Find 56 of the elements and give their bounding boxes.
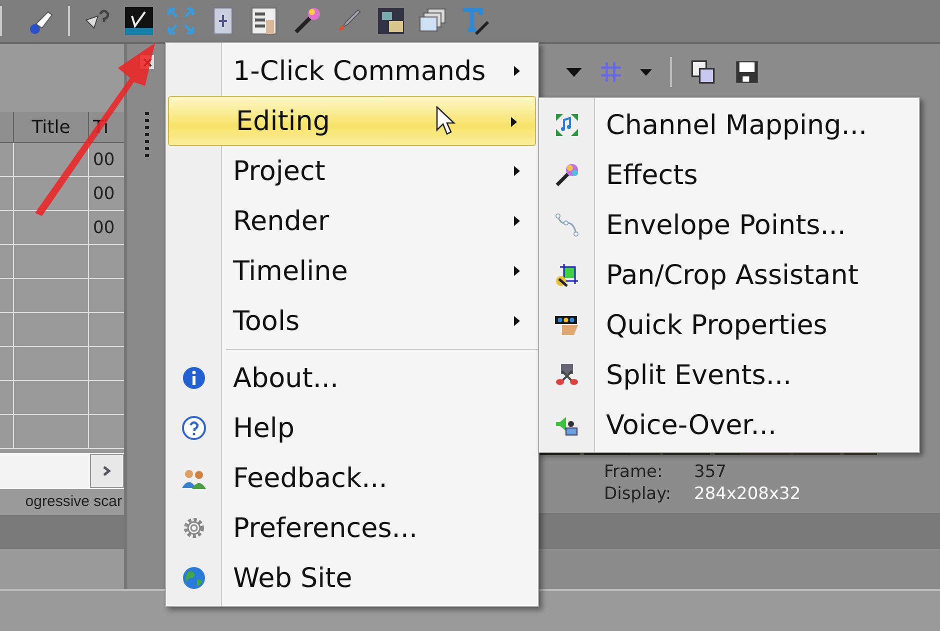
menu-item[interactable]: Editing [168,96,536,146]
menu-item[interactable]: Quick Properties [539,300,919,350]
chevron-right-icon [102,466,112,476]
submenu-arrow-icon [514,166,520,176]
wand-icon[interactable] [292,6,322,36]
submenu-arrow-icon [514,66,520,76]
text-tool-icon[interactable] [460,6,490,36]
dropdown-arrow-icon[interactable] [566,68,582,76]
menu-item[interactable]: Envelope Points... [539,200,919,250]
submenu-arrow-icon [514,316,520,326]
status-text: ogressive scar [25,492,123,510]
menu-item[interactable]: Feedback... [166,453,538,503]
menu-item[interactable]: Project [166,146,538,196]
copy-icon[interactable] [690,59,716,85]
menu-item[interactable]: Web Site [166,553,538,603]
menu-item[interactable]: About... [166,353,538,403]
table-cell: 00 [93,150,115,170]
save-icon[interactable] [734,59,760,85]
film-folder-icon[interactable] [376,6,406,36]
info-icon [182,366,206,390]
menu-item[interactable]: Channel Mapping... [539,100,919,150]
menu-item[interactable]: Pan/Crop Assistant [539,250,919,300]
horizontal-scrollbar[interactable] [0,453,124,489]
globe-icon [182,566,206,590]
menu-item[interactable]: Voice-Over... [539,400,919,450]
menu-item[interactable]: Help [166,403,538,453]
table-cell: 00 [93,184,115,204]
menu-item[interactable]: 1-Click Commands [166,46,538,96]
scroll-right-button[interactable] [90,454,124,488]
properties-icon [554,313,580,337]
help-icon [182,416,206,440]
wand-icon [554,163,578,187]
info-label: Frame: [604,461,664,483]
info-value: 284x208x32 [694,483,801,505]
checkmark-tile-icon[interactable] [124,6,154,36]
menu-item[interactable]: Preferences... [166,503,538,553]
dropdown-arrow-icon[interactable] [640,68,652,76]
column-header[interactable]: Ti [89,112,124,142]
submenu-arrow-icon [514,216,520,226]
curve-icon [554,213,578,237]
expand-arrows-icon [554,113,578,137]
submenu-arrow-icon [511,117,517,127]
grip-icon[interactable] [144,110,150,160]
menu-item[interactable]: Tools [166,296,538,346]
gear-icon [182,516,206,540]
table-cell: 00 [93,218,115,238]
menu-item[interactable]: Render [166,196,538,246]
info-value: 357 [694,461,726,483]
mouse-cursor-icon [436,106,456,136]
submenu-arrow-icon [514,266,520,276]
info-label: Display: [604,483,672,505]
menu-item[interactable]: Effects [539,150,919,200]
scissors-icon [554,363,578,387]
menu-item[interactable]: Timeline [166,246,538,296]
menu-item[interactable]: Split Events... [539,350,919,400]
crop-icon [554,263,578,287]
